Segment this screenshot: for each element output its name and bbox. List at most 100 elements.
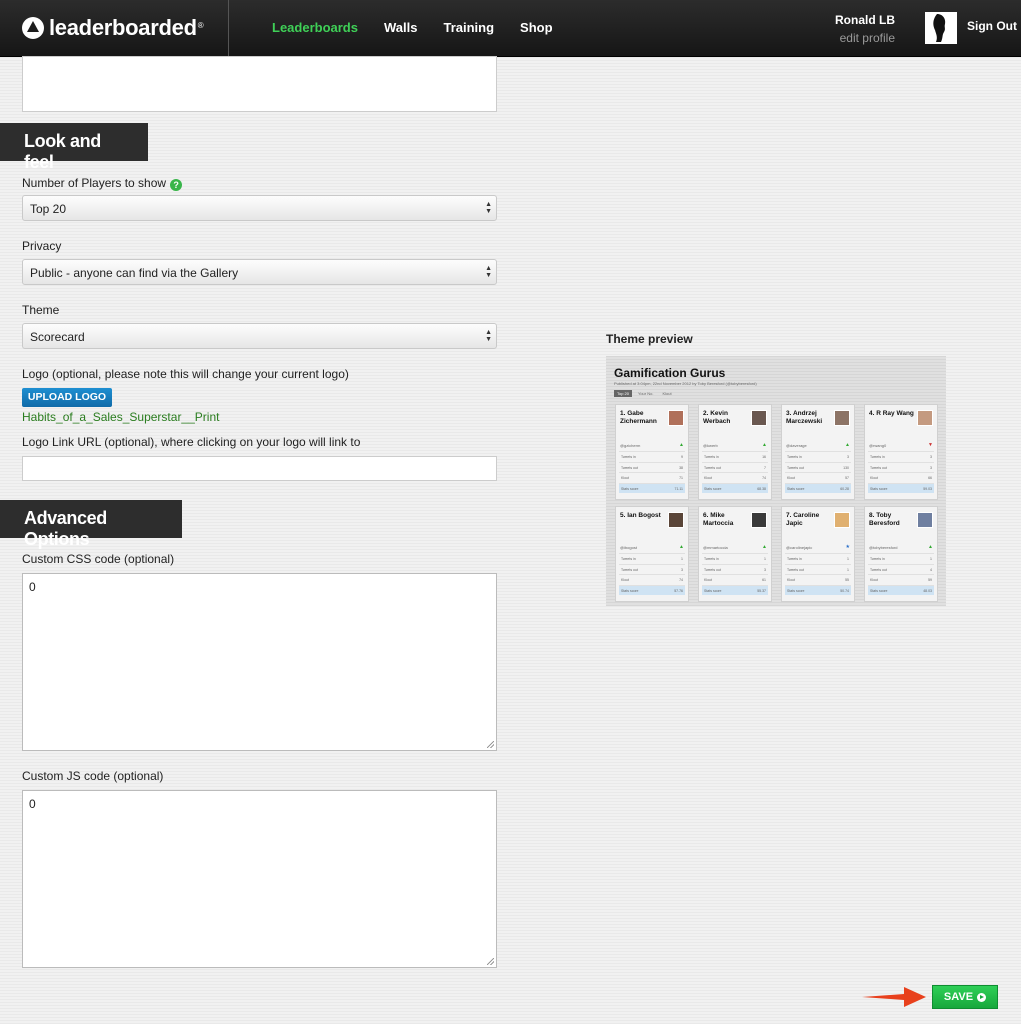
select-arrows-icon: ▲ ▼ [485,265,492,279]
preview-row-label: Stats score [787,588,805,593]
preview-row-label: Klout [621,578,629,582]
preview-card-row: Stats score 68.38 [702,482,768,493]
preview-tab: Klout [662,391,672,396]
trend-icon: ★ [845,544,850,550]
user-info: Ronald LB edit profile [835,13,895,45]
trend-icon: ▼ [928,442,933,448]
preview-row-label: Klout [870,578,878,582]
preview-card-handle: @kwerb [703,443,718,448]
upload-logo-button[interactable]: UPLOAD LOGO [22,388,112,407]
resize-handle-icon[interactable] [487,741,494,748]
privacy-label: Privacy [22,239,62,253]
preview-card: 6. Mike Martoccia @mmartoccia ▲ Tweets in 1 T… [698,506,772,602]
preview-card-row: Tweets in 3 [868,451,934,461]
preview-row-label: Klout [787,578,795,582]
edit-profile-link[interactable]: edit profile [835,31,895,45]
preview-row-label: Tweets out [870,567,887,572]
preview-row-value: 16 [762,455,766,459]
preview-row-value: 59 [928,578,932,582]
select-arrows-icon: ▲ ▼ [485,329,492,343]
preview-row-value: 1 [847,567,849,572]
preview-row-value: 48.03 [923,588,932,593]
preview-card-row: Klout 55 [785,574,851,584]
sign-out-link[interactable]: Sign Out [967,19,1017,33]
preview-card-row: Stats score 57.76 [619,584,685,595]
preview-row-label: Stats score [870,486,888,491]
preview-row-label: Stats score [870,588,888,593]
section-header-look-and-feel: Look and feel [0,123,148,172]
preview-row-value: 3 [681,567,683,572]
css-textarea[interactable]: 0 [22,573,497,751]
theme-select[interactable]: Scorecard ▲ ▼ [22,323,497,349]
preview-card-handle: @rwang0 [869,443,887,448]
logo-link-label: Logo Link URL (optional), where clicking… [22,435,361,449]
player-photo [751,410,767,426]
preview-card-row: Stats score 59.03 [868,482,934,493]
brand-registered-mark: ® [197,20,204,30]
nav-walls[interactable]: Walls [384,20,417,35]
preview-tab: Your No. [638,391,654,396]
top-bar: leaderboarded ® Leaderboards Walls Train… [0,0,1021,57]
preview-row-value: 74 [762,476,766,480]
preview-row-label: Tweets in [787,557,802,561]
theme-preview: Gamification Gurus Published at 3:04pm, … [606,356,946,606]
preview-card-row: Tweets out 7 [702,461,768,472]
preview-row-label: Tweets in [870,455,885,459]
brand-logo[interactable]: leaderboarded ® [22,14,204,42]
preview-row-label: Tweets out [621,567,638,572]
preview-row-label: Tweets out [870,465,887,470]
description-textarea[interactable] [22,56,497,112]
player-photo [668,512,684,528]
nav-training[interactable]: Training [443,20,494,35]
nav-shop[interactable]: Shop [520,20,553,35]
preview-row-label: Tweets out [787,465,804,470]
resize-handle-icon[interactable] [487,958,494,965]
players-select[interactable]: Top 20 ▲ ▼ [22,195,497,221]
preview-card-handle: @tobyberesford [869,545,898,550]
preview-row-label: Tweets in [704,557,719,561]
privacy-select[interactable]: Public - anyone can find via the Gallery… [22,259,497,285]
js-label: Custom JS code (optional) [22,769,164,783]
main-nav: Leaderboards Walls Training Shop [272,20,553,35]
avatar[interactable] [925,12,957,44]
preview-row-value: 38 [679,465,683,470]
preview-row-label: Stats score [621,588,639,593]
preview-row-label: Klout [787,476,795,480]
logo-link-input[interactable] [22,456,497,481]
preview-card-row: Stats score 50.74 [785,584,851,595]
preview-row-value: 71 [679,476,683,480]
save-button[interactable]: SAVE [932,985,998,1009]
preview-row-value: 61 [762,578,766,582]
preview-row-label: Klout [704,578,712,582]
theme-preview-label: Theme preview [606,332,693,346]
player-photo [834,410,850,426]
preview-board-title: Gamification Gurus [614,366,726,380]
preview-row-label: Tweets in [704,455,719,459]
preview-card-row: Stats score 71.11 [619,482,685,493]
red-arrow-icon [862,987,926,1007]
preview-row-value: 59.03 [923,486,932,491]
preview-row-value: 3 [930,465,932,470]
preview-card-row: Klout 74 [702,472,768,482]
players-label: Number of Players to show? [22,176,183,191]
preview-card-name: 1. Gabe Zichermann [620,410,657,425]
js-textarea[interactable]: 0 [22,790,497,968]
preview-row-value: 50.74 [840,588,849,593]
preview-row-label: Tweets in [621,455,636,459]
preview-row-label: Stats score [787,486,805,491]
preview-card-row: Tweets in 16 [702,451,768,461]
nav-leaderboards[interactable]: Leaderboards [272,20,358,35]
player-photo [917,410,933,426]
preview-card-row: Tweets in 1 [868,553,934,563]
preview-card-row: Klout 71 [619,472,685,482]
preview-card-row: Klout 74 [619,574,685,584]
preview-row-value: 74 [679,578,683,582]
preview-row-value: 57 [845,476,849,480]
preview-card-handle: @ibogost [620,545,637,550]
trend-icon: ▲ [762,544,767,550]
help-icon[interactable]: ? [170,179,183,191]
preview-row-value: 3 [764,567,766,572]
preview-row-label: Tweets out [621,465,638,470]
preview-card-name: 8. Toby Beresford [869,512,900,527]
preview-row-label: Tweets in [787,455,802,459]
